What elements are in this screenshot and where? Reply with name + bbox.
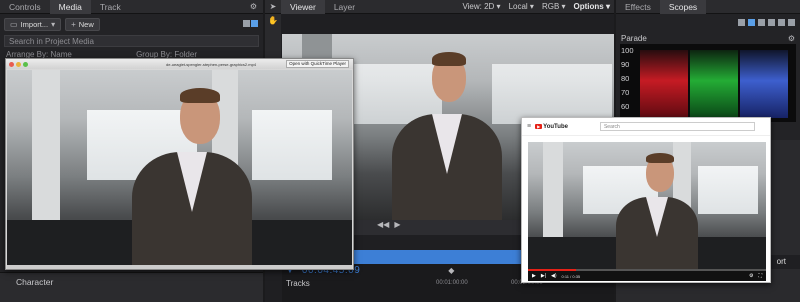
left-tab-bar: Controls Media Track ⚙ bbox=[0, 0, 263, 14]
yt-next-icon[interactable]: ▶| bbox=[541, 273, 546, 279]
maximize-icon[interactable] bbox=[23, 61, 28, 67]
media-toolbar: ▭ Import... ▾ + New bbox=[0, 14, 263, 34]
youtube-video bbox=[528, 142, 766, 269]
tab-viewer[interactable]: Viewer bbox=[281, 0, 325, 14]
quicktime-statusbar bbox=[7, 265, 352, 269]
menu-icon[interactable]: ≡ bbox=[527, 123, 531, 130]
ruler-mark-1: 00:01:00:00 bbox=[436, 280, 468, 286]
plus-icon: + bbox=[71, 19, 76, 29]
panel-menu-icon[interactable]: ⚙ bbox=[250, 2, 257, 11]
tab-scopes[interactable]: Scopes bbox=[659, 0, 707, 14]
list-view-icon[interactable] bbox=[243, 19, 250, 27]
youtube-controls: ▶ ▶| ◀) 0:11 / 0:35 ⚙ ⛶ bbox=[528, 271, 766, 281]
import-button[interactable]: ▭ Import... ▾ bbox=[4, 17, 62, 31]
youtube-search[interactable]: Search bbox=[599, 122, 755, 131]
search-field[interactable]: Search in Project Media bbox=[4, 35, 259, 47]
scale-90: 90 bbox=[621, 60, 630, 69]
play-icon[interactable]: ▶ bbox=[394, 220, 400, 229]
space-select[interactable]: Local ▾ bbox=[509, 2, 534, 11]
yt-volume-icon[interactable]: ◀) bbox=[551, 273, 557, 279]
hand-tool-icon[interactable]: ✋ bbox=[265, 16, 281, 25]
quicktime-title: de-ueaglet-spengler-stephen-perse-graphi… bbox=[166, 61, 257, 67]
parade-scope: 100 90 80 70 60 50 bbox=[620, 44, 796, 125]
right-tab-bar: Effects Scopes bbox=[616, 0, 800, 14]
scope-scale: 100 90 80 70 60 50 bbox=[621, 44, 634, 128]
layout-2-icon[interactable] bbox=[748, 19, 755, 26]
red-channel-trace bbox=[640, 50, 688, 118]
new-button[interactable]: + New bbox=[65, 17, 100, 31]
view-mode-select[interactable]: View: 2D ▾ bbox=[462, 2, 500, 11]
scale-70: 70 bbox=[621, 88, 630, 97]
layout-1-icon[interactable] bbox=[738, 19, 745, 26]
scale-100: 100 bbox=[621, 46, 634, 55]
app-window: Controls Media Track ⚙ ▭ Import... ▾ + New … bbox=[0, 0, 800, 302]
layout-6-icon[interactable] bbox=[788, 19, 795, 26]
layout-4-icon[interactable] bbox=[768, 19, 775, 26]
layout-5-icon[interactable] bbox=[778, 19, 785, 26]
options-label: Options bbox=[573, 2, 604, 11]
youtube-logo-icon[interactable]: ▶ bbox=[535, 124, 543, 129]
space-label: Local bbox=[508, 2, 528, 11]
blue-channel-trace bbox=[740, 50, 788, 118]
import-label: Import... bbox=[20, 19, 49, 29]
close-icon[interactable] bbox=[9, 61, 14, 67]
new-label: New bbox=[78, 19, 94, 29]
youtube-header: ≡ ▶ YouTube Search bbox=[522, 118, 770, 136]
tracks-label: Tracks bbox=[286, 278, 310, 288]
youtube-logo-text: YouTube bbox=[543, 123, 568, 130]
channel-label: RGB bbox=[541, 2, 560, 11]
yt-play-icon[interactable]: ▶ bbox=[532, 273, 536, 279]
grid-view-icon[interactable] bbox=[251, 19, 258, 27]
folder-icon: ▭ bbox=[10, 19, 18, 29]
tab-controls[interactable]: Controls bbox=[0, 0, 50, 14]
youtube-search-input[interactable]: Search bbox=[604, 124, 620, 130]
quicktime-video bbox=[7, 70, 352, 265]
tab-effects[interactable]: Effects bbox=[616, 0, 660, 14]
yt-settings-icon[interactable]: ⚙ bbox=[749, 273, 753, 279]
keyframe-icon[interactable]: ◆ bbox=[448, 266, 454, 275]
tab-track[interactable]: Track bbox=[91, 0, 130, 14]
minimize-icon[interactable] bbox=[16, 61, 21, 67]
step-back-icon[interactable]: ◀◀ bbox=[377, 220, 389, 229]
side-text: ort bbox=[776, 257, 786, 266]
select-tool-icon[interactable]: ➤ bbox=[265, 2, 281, 11]
green-channel-trace bbox=[690, 50, 738, 118]
quicktime-titlebar: de-ueaglet-spengler-stephen-perse-graphi… bbox=[6, 59, 353, 69]
youtube-window: ≡ ▶ YouTube Search ▶ ▶| ◀) 0:11 / 0:35 ⚙… bbox=[521, 117, 771, 283]
channel-select[interactable]: RGB ▾ bbox=[542, 2, 566, 11]
chevron-down-icon: ▾ bbox=[51, 19, 56, 29]
options-menu[interactable]: Options ▾ bbox=[574, 2, 610, 11]
search-input[interactable]: Search in Project Media bbox=[9, 37, 94, 46]
scope-layout-toggles bbox=[616, 14, 800, 34]
open-quicktime-button[interactable]: Open with QuickTime Player bbox=[286, 60, 349, 68]
tab-layer[interactable]: Layer bbox=[325, 0, 364, 14]
view-mode-toggle bbox=[243, 19, 259, 29]
layout-3-icon[interactable] bbox=[758, 19, 765, 26]
view-mode-label: View: 2D bbox=[462, 2, 495, 11]
tab-media[interactable]: Media bbox=[49, 0, 91, 14]
character-label: Character bbox=[16, 277, 54, 287]
scale-80: 80 bbox=[621, 74, 630, 83]
quicktime-window: de-ueaglet-spengler-stephen-perse-graphi… bbox=[5, 58, 354, 270]
scale-60: 60 bbox=[621, 102, 630, 111]
character-panel: Character bbox=[0, 272, 263, 302]
yt-time: 0:11 / 0:35 bbox=[561, 273, 581, 279]
yt-fullscreen-icon[interactable]: ⛶ bbox=[758, 273, 762, 279]
viewer-tab-bar: ➤ Viewer Layer View: 2D ▾ Local ▾ RGB ▾ … bbox=[265, 0, 614, 14]
